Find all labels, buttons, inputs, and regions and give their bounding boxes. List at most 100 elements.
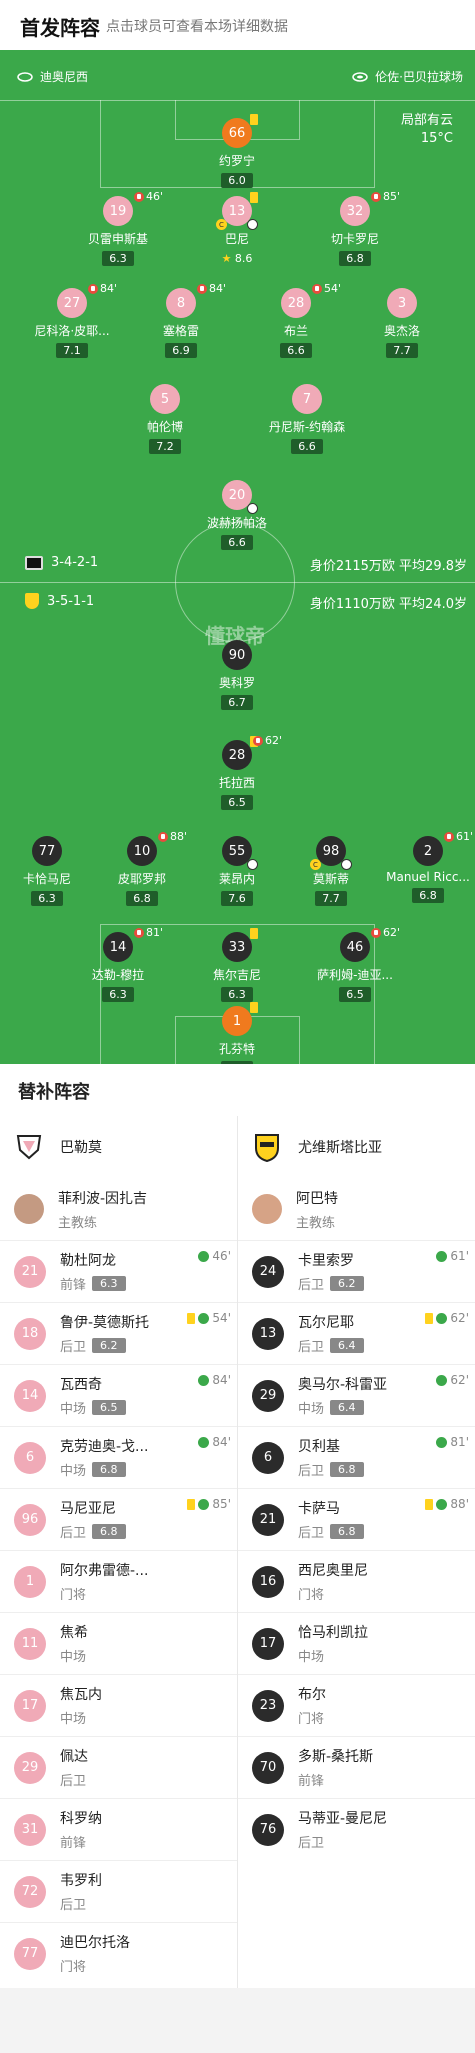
sub-player-row[interactable]: 16 西尼奥里尼 门将 (238, 1550, 475, 1612)
sub-player-row[interactable]: 31 科罗纳 前锋 (0, 1798, 237, 1860)
substitution-icon (197, 283, 207, 294)
palermo-mini-logo-icon (25, 555, 43, 570)
away-player[interactable]: 46 62' 萨利姆-迪亚... 6.5 (295, 926, 415, 1002)
away-player[interactable]: 33 焦尔吉尼 6.3 (177, 928, 297, 1002)
sub-player-row[interactable]: 76 马蒂亚-曼尼尼 后卫 (238, 1798, 475, 1860)
sub-player-row[interactable]: 6 克劳迪奥-戈... 中场 6.8 84' (0, 1426, 237, 1488)
away-player[interactable]: 28 62' 托拉西 6.5 (177, 734, 297, 810)
rating-value: 6.5 (228, 796, 246, 809)
away-player[interactable]: 2 61' Manuel Ricc... 6.8 (368, 830, 475, 903)
player-name: 科罗纳 (60, 1811, 102, 1827)
home-player[interactable]: 7 丹尼斯-约翰森 6.6 (247, 384, 367, 454)
sub-player-row[interactable]: 77 迪巴尔托洛 门将 (0, 1922, 237, 1984)
sub-player-row[interactable]: 17 焦瓦内 中场 (0, 1674, 237, 1736)
substitution-time: 85' (212, 1497, 231, 1511)
substitution-time: 46' (212, 1249, 231, 1263)
player-number: 46 (346, 939, 364, 955)
substitution-time: 62' (450, 1311, 469, 1325)
substitution-in-icon (436, 1312, 448, 1324)
rating-value: 7.7 (322, 892, 340, 905)
sub-player-row[interactable]: 21 勒杜阿龙 前锋 6.3 46' (0, 1240, 237, 1302)
player-name: 卡里索罗 (298, 1253, 354, 1269)
player-name: 鲁伊-莫德斯托 (60, 1315, 150, 1331)
temperature-text: 15°C (420, 131, 453, 146)
home-player[interactable]: 8 84' 塞格雷 6.9 (121, 282, 241, 358)
sub-player-row[interactable]: 29 奥马尔-科雷亚 中场 6.4 62' (238, 1364, 475, 1426)
substitution-badge: 84' (88, 282, 117, 295)
player-position: 中场 (60, 1650, 87, 1665)
player-position-line: 中场 6.5 (60, 1398, 126, 1417)
sub-player-row[interactable]: 72 韦罗利 后卫 (0, 1860, 237, 1922)
player-name: 焦瓦内 (60, 1687, 102, 1703)
home-player[interactable]: 66 约罗宁 6.0 (177, 114, 297, 188)
sub-player-row[interactable]: 6 贝利基 后卫 6.8 81' (238, 1426, 475, 1488)
away-team-row[interactable]: 尤维斯塔比亚 (238, 1116, 475, 1178)
player-number-badge: 10 88' (127, 830, 187, 866)
home-player[interactable]: 28 54' 布兰 6.6 (236, 282, 356, 358)
player-number-badge: 5 (150, 384, 180, 414)
yellow-card-icon (250, 114, 258, 125)
sub-player-row[interactable]: 96 马尼亚尼 后卫 6.8 85' (0, 1488, 237, 1550)
player-name: 萨利姆-迪亚... (317, 968, 393, 982)
coach-role: 主教练 (58, 1215, 98, 1231)
home-player[interactable]: 19 46' 贝雷申斯基 6.3 (58, 190, 178, 266)
home-player[interactable]: 20 波赫扬帕洛 6.6 (177, 480, 297, 550)
sub-player-row[interactable]: 11 焦希 中场 (0, 1612, 237, 1674)
rating-value: 6.8 (419, 889, 437, 902)
sub-player-row[interactable]: 18 鲁伊-莫德斯托 后卫 6.2 54' (0, 1302, 237, 1364)
player-rating: 6.3 (102, 251, 134, 266)
away-player[interactable]: 90 奥科罗 6.7 (177, 640, 297, 710)
home-team-row[interactable]: 巴勒莫 (0, 1116, 237, 1178)
sub-player-row[interactable]: 17 恰马利凯拉 中场 (238, 1612, 475, 1674)
player-number-badge: 66 (222, 114, 258, 148)
substitution-badge: 62' (436, 1373, 469, 1387)
home-player[interactable]: 32 85' 切卡罗尼 6.8 (295, 190, 415, 266)
player-number: 14 (109, 939, 127, 955)
substitution-time: 62' (383, 926, 401, 939)
substitution-time: 81' (146, 926, 164, 939)
home-coach[interactable]: 菲利波-因扎吉 主教练 (0, 1178, 237, 1240)
substitution-time: 62' (265, 734, 283, 747)
sub-player-row[interactable]: 14 瓦西奇 中场 6.5 84' (0, 1364, 237, 1426)
sub-player-row[interactable]: 70 多斯-桑托斯 前锋 (238, 1736, 475, 1798)
away-coach[interactable]: 阿巴特 主教练 (238, 1178, 475, 1240)
player-rating: 6.8 (339, 251, 371, 266)
home-player[interactable]: 27 84' 尼科洛·皮耶... 7.1 (12, 282, 132, 358)
sub-player-row[interactable]: 23 布尔 门将 (238, 1674, 475, 1736)
player-number-badge: 13 (252, 1317, 284, 1350)
substitution-time: 84' (212, 1435, 231, 1449)
player-position-line: 后卫 6.2 (298, 1274, 364, 1293)
sub-player-row[interactable]: 21 卡萨马 后卫 6.8 88' (238, 1488, 475, 1550)
player-name: 卡萨马 (298, 1501, 340, 1517)
home-player[interactable]: 5 帕伦博 7.2 (105, 384, 225, 454)
away-player[interactable]: 1孔芬特5.8 (177, 1002, 297, 1064)
avatar (14, 1194, 44, 1224)
player-name: 瓦尔尼耶 (298, 1315, 354, 1331)
player-number-badge: 3 (387, 288, 417, 318)
player-number: 77 (38, 843, 56, 859)
substitution-in-icon (436, 1250, 448, 1262)
player-position: 中场 (60, 1402, 87, 1417)
player-position: 后卫 (60, 1526, 87, 1541)
sub-player-row[interactable]: 29 佩达 后卫 (0, 1736, 237, 1798)
sub-player-row[interactable]: 13 瓦尔尼耶 后卫 6.4 62' (238, 1302, 475, 1364)
player-position: 门将 (298, 1588, 325, 1603)
player-number: 8 (176, 295, 186, 311)
player-number: 27 (63, 295, 81, 311)
rating-value: 6.8 (346, 252, 364, 265)
home-player[interactable]: 13 C 巴尼 ★ 8.6 (177, 192, 297, 266)
player-rating: 6.6 (221, 535, 253, 550)
sub-player-row[interactable]: 1 阿尔弗雷德-... 门将 (0, 1550, 237, 1612)
home-player[interactable]: 3 奥杰洛 7.7 (342, 288, 462, 358)
away-player[interactable]: 14 81' 达勒-穆拉 6.3 (58, 926, 178, 1002)
sub-player-row[interactable]: 24 卡里索罗 后卫 6.2 61' (238, 1240, 475, 1302)
player-position-line: 后卫 6.2 (60, 1336, 149, 1355)
player-rating: 6.8 (92, 1524, 126, 1539)
player-number-badge: 55 (222, 836, 258, 870)
player-position-line: 中场 (298, 1646, 368, 1665)
lineup-header: 首发阵容 点击球员可查看本场详细数据 (0, 0, 475, 50)
rating-value: 8.6 (234, 252, 253, 265)
home-team-name: 迪奥尼西 (40, 70, 89, 84)
substitution-time: 46' (146, 190, 164, 203)
substitution-in-icon (436, 1498, 448, 1510)
